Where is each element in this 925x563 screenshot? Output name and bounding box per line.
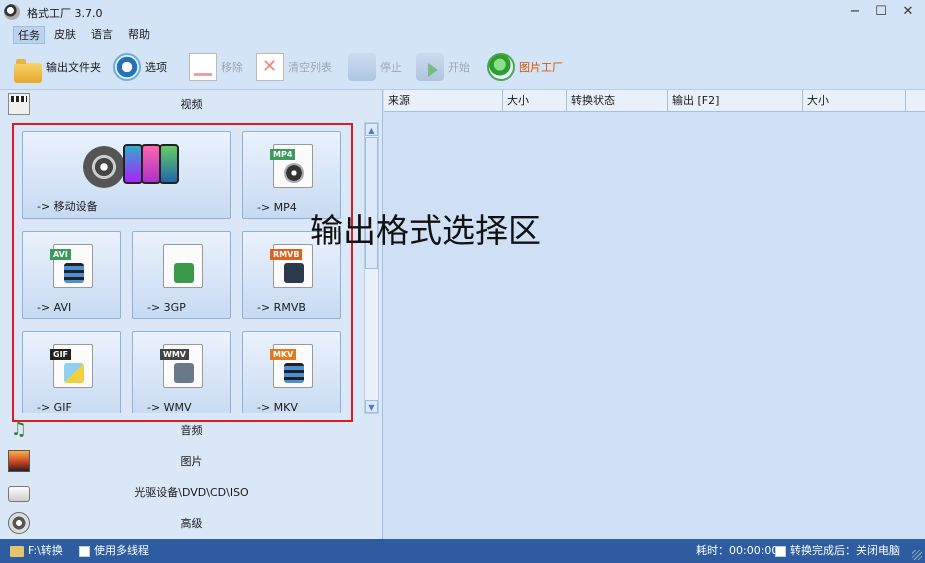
stop-button[interactable]: 停止 (348, 52, 402, 82)
category-video-label: 视频 (180, 98, 203, 111)
format-avi[interactable]: AVI -> AVI (22, 231, 121, 319)
clear-list-button[interactable]: 清空列表 (256, 52, 332, 82)
window-title: 格式工厂 3.7.0 (27, 7, 103, 20)
after-convert-label: 转换完成后：关闭电脑 (790, 544, 900, 557)
picture-icon (8, 450, 30, 472)
film-reel-icon (8, 512, 30, 534)
toolbar: 输出文件夹 选项 移除 清空列表 停止 开始 图片工厂 (0, 46, 925, 90)
music-note-icon: ♫ (10, 419, 28, 440)
picture-factory-label: 图片工厂 (519, 61, 563, 74)
output-path-label: F:\转换 (28, 544, 63, 557)
picture-factory-icon (487, 53, 515, 81)
menu-language[interactable]: 语言 (87, 26, 117, 44)
after-convert-checkbox[interactable] (775, 545, 786, 557)
format-scrollbar[interactable]: ▲ ▼ (364, 122, 379, 414)
format-gif[interactable]: GIF -> GIF (22, 331, 121, 413)
folder-icon (10, 545, 24, 557)
start-button[interactable]: 开始 (416, 52, 470, 82)
output-folder-button[interactable]: 输出文件夹 (14, 52, 101, 83)
menu-skin[interactable]: 皮肤 (50, 26, 80, 44)
resize-grip-icon[interactable] (912, 550, 922, 560)
category-audio[interactable]: ♫ 音频 (0, 416, 383, 444)
minimize-button[interactable]: − (846, 3, 864, 21)
column-output-size[interactable]: 大小 (803, 90, 906, 112)
menu-tasks[interactable]: 任务 (13, 26, 45, 44)
options-icon (113, 53, 141, 81)
category-rom-device[interactable]: 光驱设备\DVD\CD\ISO (0, 478, 383, 506)
file-list[interactable]: 来源 大小 转换状态 输出 [F2] 大小 (384, 90, 925, 539)
format-label: -> AVI (37, 301, 72, 314)
file-list-header: 来源 大小 转换状态 输出 [F2] 大小 (384, 90, 925, 112)
avi-file-icon: AVI (50, 244, 93, 288)
wmv-file-icon: WMV (160, 344, 203, 388)
category-video[interactable]: 视频 (0, 90, 383, 118)
picture-factory-button[interactable]: 图片工厂 (487, 52, 563, 82)
multithread-checkbox[interactable] (79, 545, 90, 557)
mp4-file-icon: MP4 (270, 144, 313, 188)
options-label: 选项 (145, 61, 167, 74)
format-3gp[interactable]: -> 3GP (132, 231, 231, 319)
remove-icon (189, 53, 217, 81)
title-bar: 格式工厂 3.7.0 − ☐ ✕ (0, 0, 925, 24)
column-source[interactable]: 来源 (384, 90, 503, 112)
column-output[interactable]: 输出 [F2] (668, 90, 803, 112)
options-button[interactable]: 选项 (113, 52, 167, 82)
format-label: -> 3GP (147, 301, 186, 314)
output-folder-label: 输出文件夹 (46, 61, 101, 74)
stop-icon (348, 53, 376, 81)
maximize-button[interactable]: ☐ (872, 3, 890, 21)
close-button[interactable]: ✕ (899, 3, 917, 21)
menu-help[interactable]: 帮助 (124, 26, 154, 44)
3gp-file-icon (163, 244, 203, 288)
elapsed-time: 耗时：00:00:00 (696, 544, 779, 557)
mkv-file-icon: MKV (270, 344, 313, 388)
rmvb-file-icon: RMVB (270, 244, 313, 288)
category-picture-label: 图片 (180, 455, 203, 468)
clear-list-icon (256, 53, 284, 81)
start-label: 开始 (448, 61, 470, 74)
menu-bar: 任务 皮肤 语言 帮助 (0, 24, 925, 46)
format-label: -> MP4 (257, 201, 297, 214)
remove-button[interactable]: 移除 (189, 52, 243, 82)
category-panel: 视频 -> 移动设备 MP4 -> MP4 AVI -> AVI -> 3GP (0, 90, 383, 539)
column-size[interactable]: 大小 (503, 90, 567, 112)
scroll-up-icon[interactable]: ▲ (365, 123, 378, 136)
format-label: -> MKV (257, 401, 298, 413)
format-wmv[interactable]: WMV -> WMV (132, 331, 231, 413)
output-path[interactable]: F:\转换 (10, 544, 63, 558)
format-mobile-device[interactable]: -> 移动设备 (22, 131, 231, 219)
category-picture[interactable]: 图片 (0, 447, 383, 475)
clear-list-label: 清空列表 (288, 61, 332, 74)
status-bar: F:\转换 使用多线程 耗时：00:00:00 转换完成后：关闭电脑 (0, 539, 925, 563)
format-grid: -> 移动设备 MP4 -> MP4 AVI -> AVI -> 3GP RMV… (14, 125, 359, 413)
optical-drive-icon (8, 485, 30, 502)
gif-file-icon: GIF (50, 344, 93, 388)
scroll-down-icon[interactable]: ▼ (365, 400, 378, 413)
column-status[interactable]: 转换状态 (567, 90, 668, 112)
app-icon (4, 4, 20, 20)
annotation-text: 输出格式选择区 (310, 211, 541, 250)
mobile-device-icon (83, 144, 179, 190)
format-label: -> RMVB (257, 301, 306, 314)
folder-icon (14, 59, 42, 83)
after-convert-toggle[interactable]: 转换完成后：关闭电脑 (775, 544, 900, 558)
video-clapper-icon (8, 93, 30, 115)
format-label: -> 移动设备 (37, 200, 98, 213)
stop-label: 停止 (380, 61, 402, 74)
category-rom-label: 光驱设备\DVD\CD\ISO (134, 486, 249, 499)
format-label: -> WMV (147, 401, 192, 413)
category-advanced[interactable]: 高级 (0, 509, 383, 537)
multithread-toggle[interactable]: 使用多线程 (79, 544, 149, 558)
format-label: -> GIF (37, 401, 72, 413)
multithread-label: 使用多线程 (94, 544, 149, 557)
remove-label: 移除 (221, 61, 243, 74)
start-icon (416, 53, 444, 81)
category-advanced-label: 高级 (180, 517, 203, 530)
format-mkv[interactable]: MKV -> MKV (242, 331, 341, 413)
category-audio-label: 音频 (180, 424, 203, 437)
